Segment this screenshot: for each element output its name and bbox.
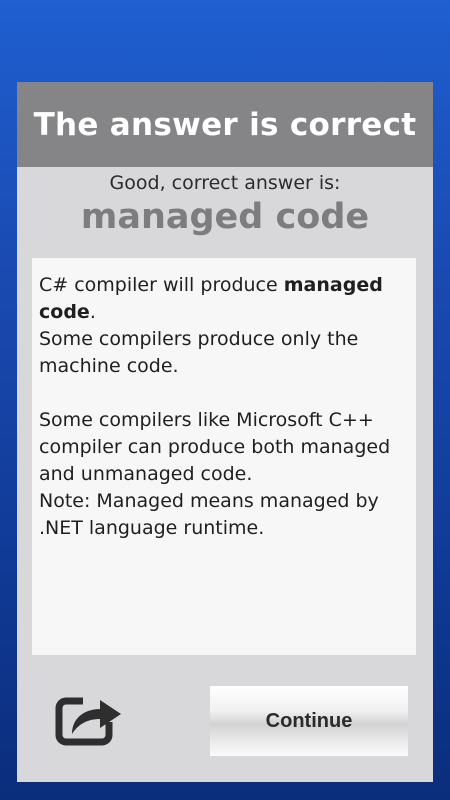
correct-answer-caption: Good, correct answer is:	[109, 172, 341, 194]
explanation-paragraph-1: C# compiler will produce managed code.	[39, 272, 408, 326]
explanation-paragraph-2: Some compilers produce only the machine …	[39, 328, 359, 377]
explanation-paragraph-4: Note: Managed means managed by .NET lang…	[39, 490, 379, 539]
dialog-header: The answer is correct	[17, 82, 433, 167]
correct-answer-value: managed code	[80, 197, 370, 237]
continue-label: Continue	[265, 709, 353, 732]
continue-button[interactable]: Continue	[210, 686, 408, 756]
explanation-panel: C# compiler will produce managed code. S…	[32, 258, 416, 655]
share-button[interactable]	[55, 692, 127, 752]
explanation-text: .	[89, 301, 96, 323]
result-dialog: The answer is correct Good, correct answ…	[17, 82, 433, 782]
share-icon	[55, 696, 121, 746]
dialog-title: The answer is correct	[33, 106, 417, 143]
explanation-text: C# compiler will produce	[39, 274, 284, 296]
explanation-paragraph-3: Some compilers like Microsoft C++ compil…	[39, 409, 391, 485]
